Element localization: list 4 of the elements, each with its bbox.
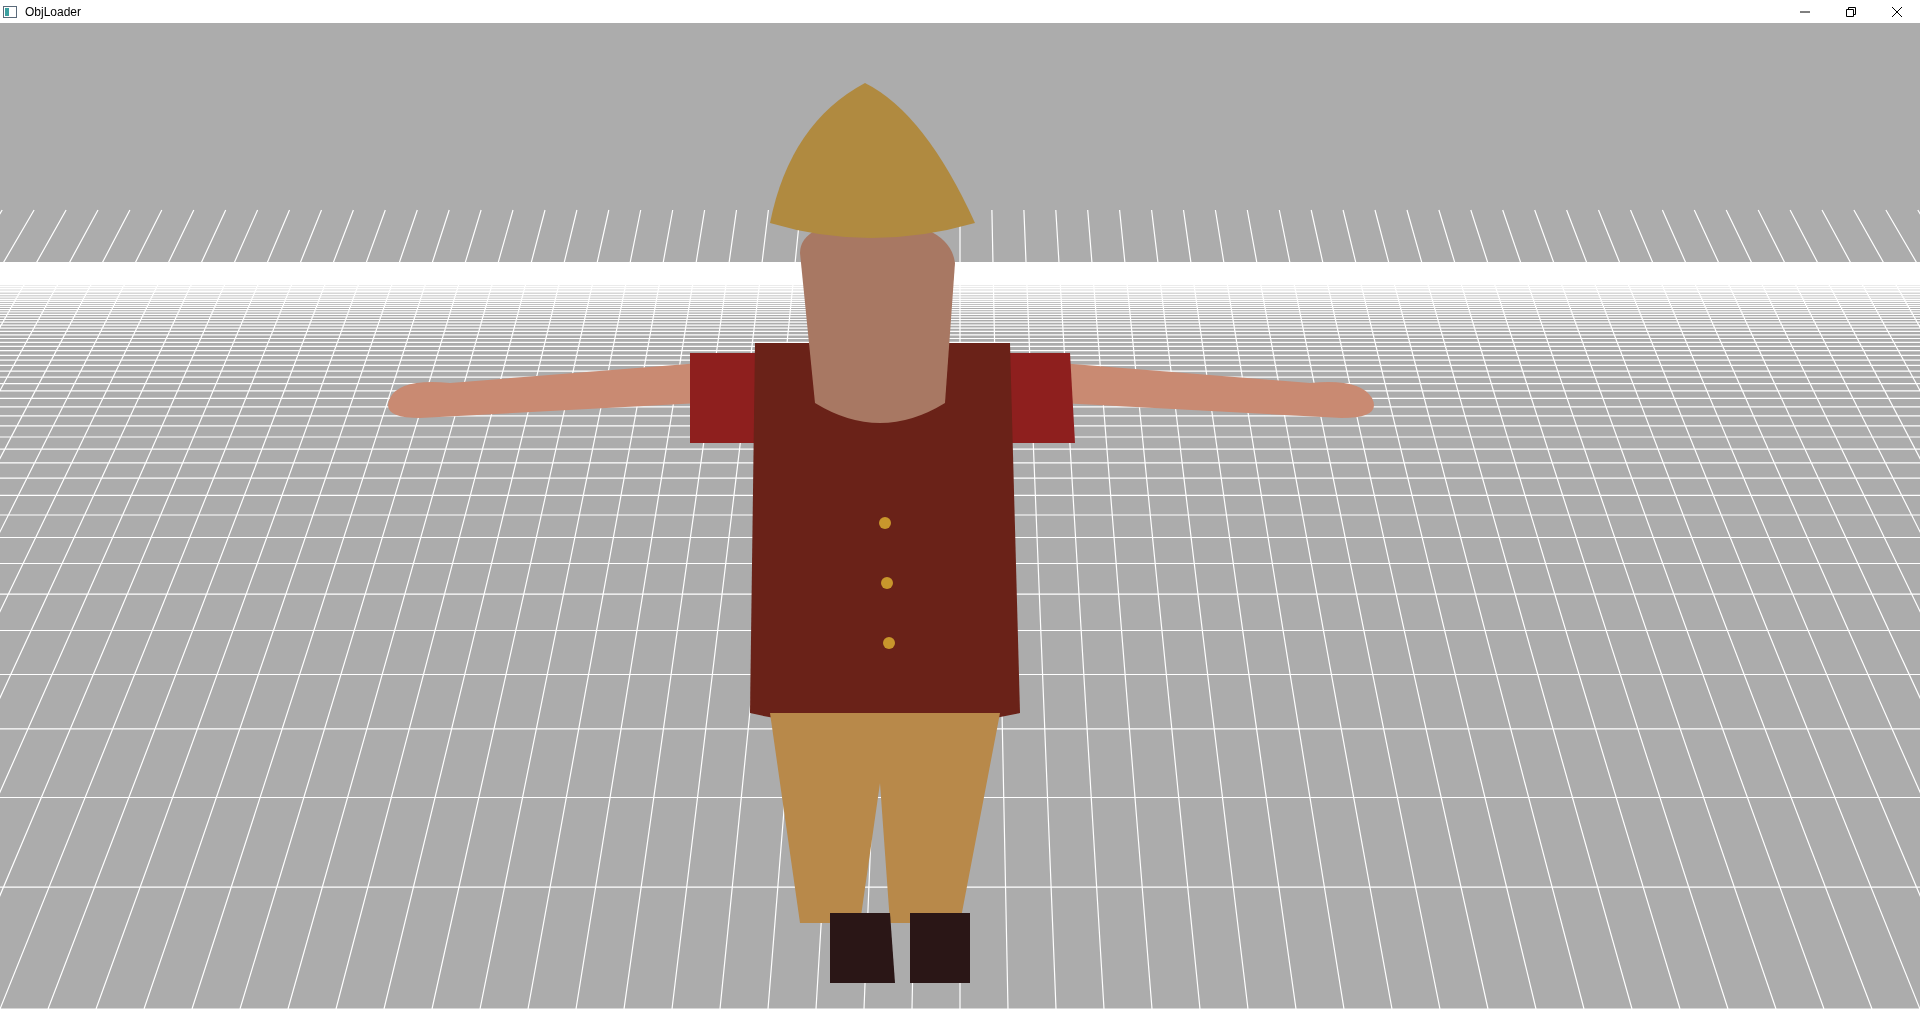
restore-icon [1846,6,1856,17]
app-icon [3,5,17,18]
close-icon [1892,6,1902,17]
window-title: ObjLoader [25,3,82,21]
